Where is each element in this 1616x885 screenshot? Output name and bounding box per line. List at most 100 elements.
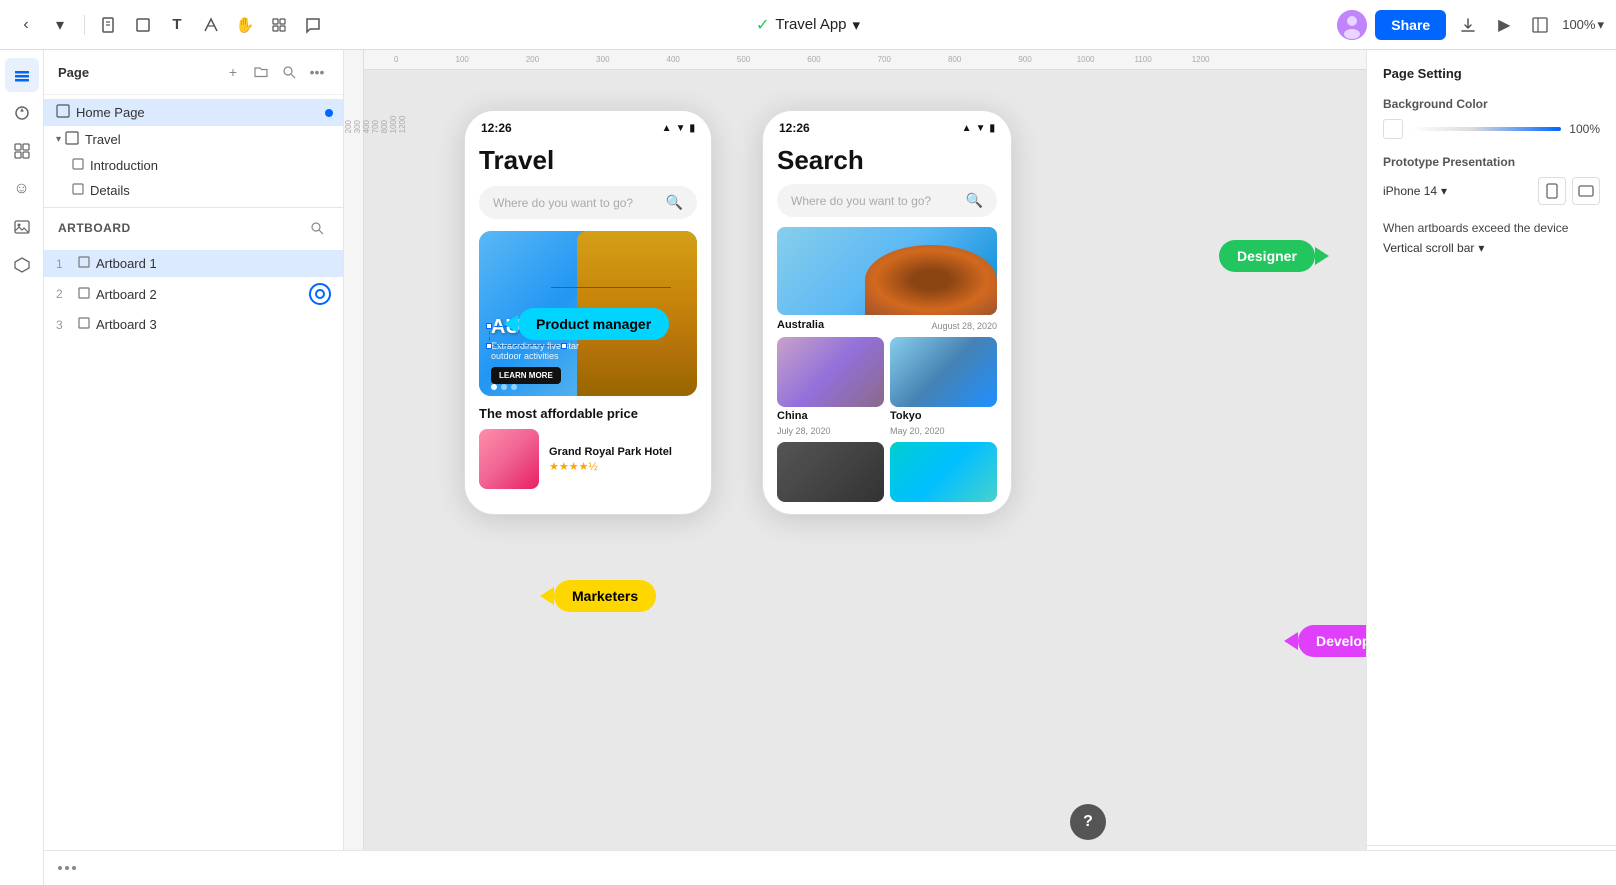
artboard-num-3: 3 [56,318,72,332]
hand-icon[interactable]: ✋ [231,11,259,39]
wifi-icon: ▼ [676,123,686,134]
dropdown-button[interactable]: ▾ [46,11,74,39]
toolbar-left: ‹ ▾ T ✋ [12,11,1329,39]
phone2-search-bar[interactable]: Where do you want to go? 🔍 [777,184,997,217]
search-grid2 [777,442,997,502]
page-item-travel[interactable]: ▾ Travel [44,126,343,153]
wifi-icon-2: ▼ [976,123,986,134]
developers-bubble: Developers [1298,625,1366,657]
project-title[interactable]: Travel App ▾ [775,16,860,34]
project-name: Travel App [775,16,846,33]
page-icon-travel [65,131,79,148]
file-icon[interactable] [95,11,123,39]
sidebar-item-components[interactable] [5,248,39,282]
artboard-item-3[interactable]: 3 Artboard 3 [44,311,343,338]
bg-color-label: Background Color [1383,97,1600,111]
bottom-dot-2 [65,866,69,870]
prototype-section: iPhone 14 ▾ [1383,177,1600,205]
add-page-icon[interactable]: + [221,60,245,84]
play-icon[interactable]: ▶ [1490,11,1518,39]
more-pages-icon[interactable]: ••• [305,60,329,84]
device-row: iPhone 14 ▾ [1383,177,1600,205]
exceed-section: When artboards exceed the device Vertica… [1383,221,1600,255]
phone1-search-icon: 🔍 [666,194,683,211]
artboard-badge-2 [309,283,331,305]
text-icon[interactable]: T [163,11,191,39]
hero-subtitle: Extraordinary five-star outdoor activiti… [491,341,598,361]
bg-percent: 100% [1569,122,1600,136]
pages-title: Page [58,65,89,80]
main-layout: ☺ Page + ••• [0,50,1616,885]
marketers-annotation: Marketers [540,580,656,612]
pages-header: Page + ••• [44,50,343,95]
page-icon-home [56,104,70,121]
result-item-australia: Australia August 28, 2020 [777,319,997,331]
sidebar-item-emoji[interactable]: ☺ [5,172,39,206]
path-icon[interactable] [197,11,225,39]
sidebar-item-shapes[interactable] [5,96,39,130]
sidebar-item-layers[interactable] [5,58,39,92]
result-item-china: China [777,410,884,422]
landscape-icon[interactable] [1572,177,1600,205]
exceed-select[interactable]: Vertical scroll bar ▾ [1383,241,1600,255]
phone1-time: 12:26 [481,121,512,135]
dot-3 [511,384,517,390]
phone2-title: Search [777,145,997,176]
zoom-indicator[interactable]: 100% ▾ [1562,17,1604,33]
developers-annotation: Developers [1284,625,1366,657]
hero-learn-more-button[interactable]: LEARN MORE [491,367,561,384]
result-label-china: China [777,410,808,422]
zoom-value: 100% [1562,17,1595,32]
sidebar-item-assets[interactable] [5,134,39,168]
artboard-item-1[interactable]: 1 Artboard 1 [44,250,343,277]
bottom-image-2 [890,442,997,502]
phone1-search-bar[interactable]: Where do you want to go? 🔍 [479,186,697,219]
china-image [777,337,884,407]
connection-line [551,287,671,288]
bottom-image-1 [777,442,884,502]
layout-icon[interactable] [1526,11,1554,39]
artboard-icon-1 [78,256,90,271]
search-pages-icon[interactable] [277,60,301,84]
page-icon-details [72,183,84,198]
artboard-section: Artboard 1 Artboard 1 2 [44,207,343,885]
pages-tree: Home Page ▾ Travel Introduction [44,95,343,207]
toolbar-right: Share ▶ 100% ▾ [1337,10,1604,40]
artboard-item-2[interactable]: 2 Artboard 2 [44,277,343,311]
grid-icon[interactable] [265,11,293,39]
back-button[interactable]: ‹ [12,11,40,39]
device-select[interactable]: iPhone 14 ▾ [1383,184,1447,198]
page-label-details: Details [90,183,333,198]
page-item-home[interactable]: Home Page [44,99,343,126]
bg-slider[interactable] [1411,127,1561,131]
phone2-search-icon: 🔍 [966,192,983,209]
product-manager-bubble: Product manager [518,308,669,340]
page-item-introduction[interactable]: Introduction [44,153,343,178]
ruler-vertical: 1200 1000 800 700 400 300 200 [344,50,364,885]
product-manager-arrow [504,315,518,333]
tokyo-section: Tokyo May 20, 2020 [890,337,997,436]
hotel-info: Grand Royal Park Hotel ★★★★½ [549,446,697,473]
dot-2 [501,384,507,390]
folder-icon[interactable] [249,60,273,84]
bg-color-swatch[interactable] [1383,119,1403,139]
search-artboard-icon[interactable] [305,216,329,240]
download-icon[interactable] [1454,11,1482,39]
battery-icon-2: ▮ [989,123,995,134]
help-button[interactable]: ? [1070,804,1106,840]
page-label-intro: Introduction [90,158,333,173]
portrait-icon[interactable] [1538,177,1566,205]
page-item-details[interactable]: Details [44,178,343,203]
signal-icon-2: ▲ [962,123,972,134]
exceed-option: Vertical scroll bar [1383,241,1474,255]
designer-annotation: Designer [1219,240,1329,272]
prototype-label: Prototype Presentation [1383,155,1600,169]
share-button[interactable]: Share [1375,10,1446,40]
frame-icon[interactable] [129,11,157,39]
comment-icon[interactable] [299,11,327,39]
canvas-area: 0 100 200 300 400 500 600 700 800 900 10… [344,50,1366,885]
tokyo-image [890,337,997,407]
hotel-stars: ★★★★½ [549,460,697,473]
ruler-horizontal: 0 100 200 300 400 500 600 700 800 900 10… [344,50,1366,70]
sidebar-item-image[interactable] [5,210,39,244]
